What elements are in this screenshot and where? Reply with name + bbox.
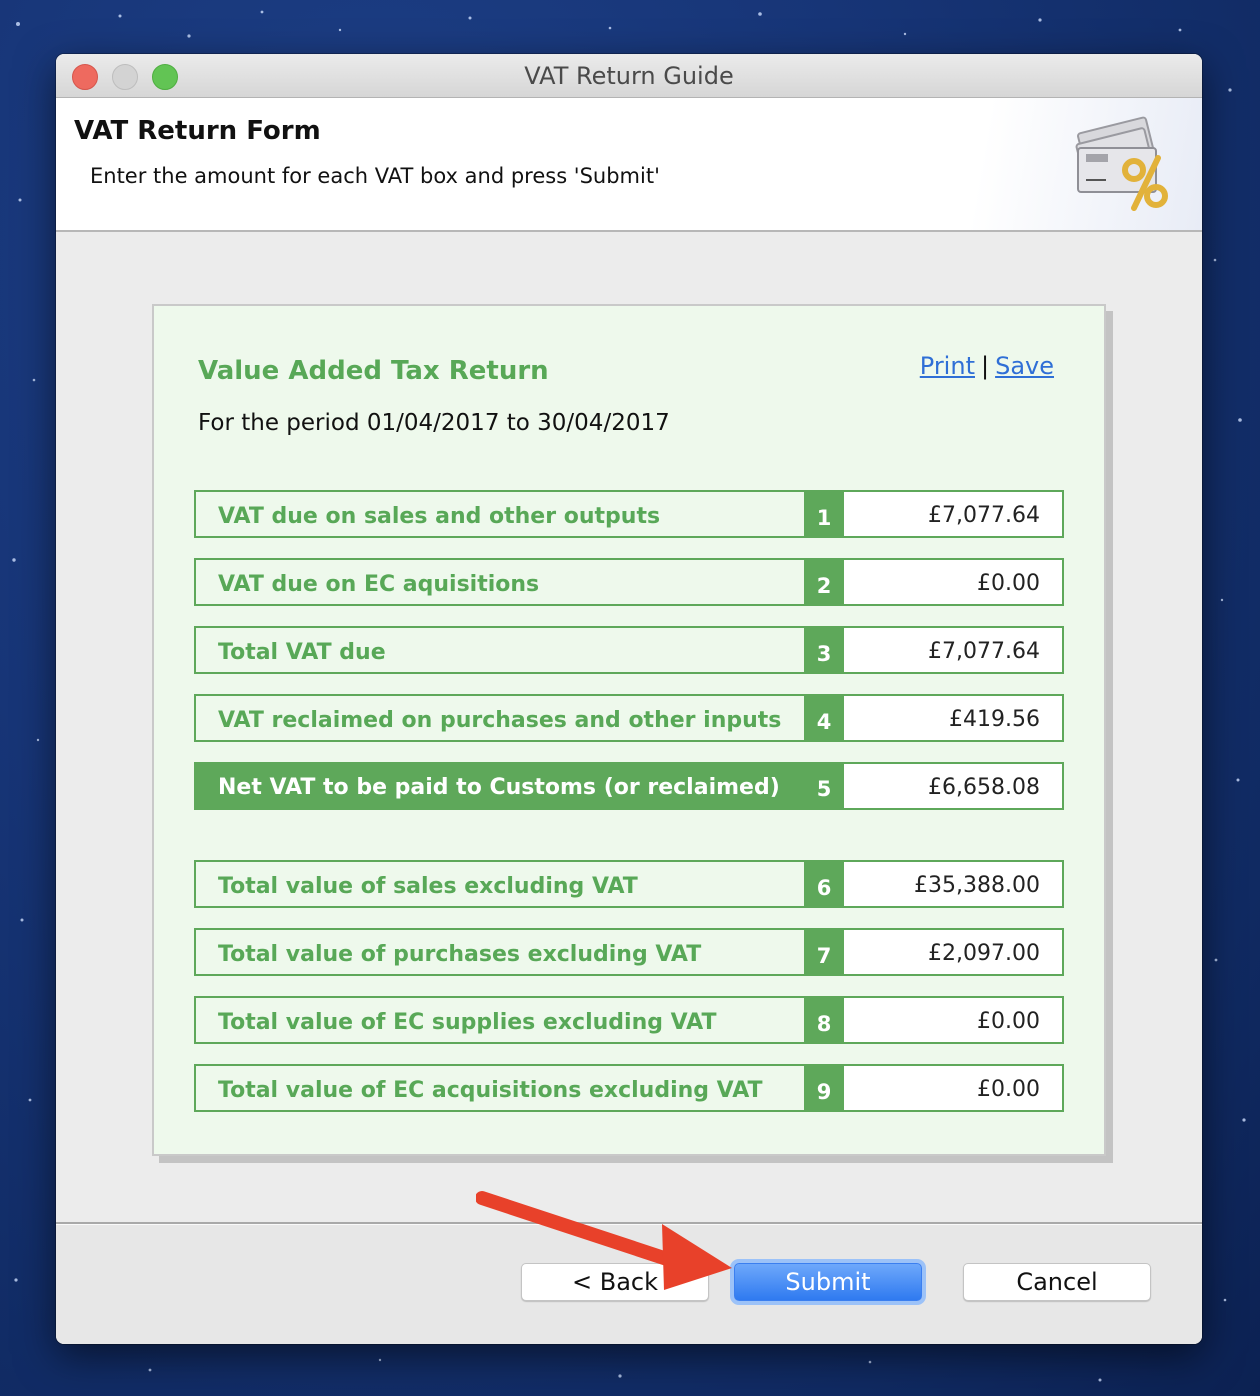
vat-box-label: Total VAT due bbox=[218, 640, 386, 665]
vat-box-label: Total value of sales excluding VAT bbox=[218, 874, 638, 899]
vat-box-row-2: VAT due on EC aquisitions 2 £0.00 bbox=[194, 558, 1064, 606]
vat-box-number: 8 bbox=[804, 998, 844, 1042]
wizard-header: VAT Return Form Enter the amount for eac… bbox=[56, 98, 1202, 232]
wizard-content: Value Added Tax Return Print | Save For th… bbox=[56, 232, 1202, 1222]
vat-box-value-field[interactable]: £2,097.00 bbox=[844, 930, 1062, 974]
vat-box-row-5-net-vat: Net VAT to be paid to Customs (or reclai… bbox=[194, 762, 1064, 810]
vat-box-number: 9 bbox=[804, 1066, 844, 1110]
vat-box-value-field[interactable]: £35,388.00 bbox=[844, 862, 1062, 906]
window-titlebar[interactable]: VAT Return Guide bbox=[56, 54, 1202, 98]
footer-divider bbox=[56, 1222, 1202, 1224]
vat-box-label: VAT due on EC aquisitions bbox=[218, 572, 540, 597]
vat-box-value-field[interactable]: £0.00 bbox=[844, 998, 1062, 1042]
vat-box-label: Total value of purchases excluding VAT bbox=[218, 942, 702, 967]
back-button[interactable]: < Back bbox=[521, 1263, 709, 1301]
vat-box-number: 6 bbox=[804, 862, 844, 906]
vat-box-label: Total value of EC supplies excluding VAT bbox=[218, 1010, 717, 1035]
print-save-links: Print | Save bbox=[920, 352, 1054, 380]
vat-return-title: Value Added Tax Return bbox=[198, 356, 549, 386]
vat-box-value-field[interactable]: £7,077.64 bbox=[844, 492, 1062, 536]
vat-box-number: 5 bbox=[804, 764, 844, 808]
vat-return-guide-window: VAT Return Guide VAT Return Form Enter t… bbox=[56, 54, 1202, 1344]
link-separator: | bbox=[980, 352, 990, 380]
vat-box-value-field[interactable]: £0.00 bbox=[844, 560, 1062, 604]
print-link[interactable]: Print bbox=[920, 352, 975, 380]
vat-box-row-4: VAT reclaimed on purchases and other inp… bbox=[194, 694, 1064, 742]
page-title: VAT Return Form bbox=[74, 116, 321, 146]
vat-box-number: 4 bbox=[804, 696, 844, 740]
vat-box-label: Total value of EC acquisitions excluding… bbox=[218, 1078, 763, 1103]
vat-box-label: Net VAT to be paid to Customs (or reclai… bbox=[218, 775, 780, 800]
vat-box-number: 7 bbox=[804, 930, 844, 974]
cancel-button[interactable]: Cancel bbox=[963, 1263, 1151, 1301]
vat-box-row-7: Total value of purchases excluding VAT 7… bbox=[194, 928, 1064, 976]
vat-box-value-field[interactable]: £6,658.08 bbox=[844, 764, 1062, 808]
vat-box-value-field[interactable]: £0.00 bbox=[844, 1066, 1062, 1110]
return-period: For the period 01/04/2017 to 30/04/2017 bbox=[198, 410, 670, 436]
vat-box-row-8: Total value of EC supplies excluding VAT… bbox=[194, 996, 1064, 1044]
vat-box-number: 2 bbox=[804, 560, 844, 604]
vat-box-row-6: Total value of sales excluding VAT 6 £35… bbox=[194, 860, 1064, 908]
vat-box-value-field[interactable]: £419.56 bbox=[844, 696, 1062, 740]
save-link[interactable]: Save bbox=[995, 352, 1054, 380]
page-instructions: Enter the amount for each VAT box and pr… bbox=[90, 164, 660, 188]
vat-box-number: 1 bbox=[804, 492, 844, 536]
vat-box-row-9: Total value of EC acquisitions excluding… bbox=[194, 1064, 1064, 1112]
money-percent-icon bbox=[1075, 116, 1168, 211]
vat-return-panel: Value Added Tax Return Print | Save For th… bbox=[152, 304, 1106, 1156]
window-title: VAT Return Guide bbox=[524, 62, 734, 90]
vat-box-label: VAT due on sales and other outputs bbox=[218, 504, 661, 529]
vat-box-value-field[interactable]: £7,077.64 bbox=[844, 628, 1062, 672]
vat-box-label: VAT reclaimed on purchases and other inp… bbox=[218, 708, 782, 733]
submit-button[interactable]: Submit bbox=[734, 1263, 922, 1301]
vat-box-row-1: VAT due on sales and other outputs 1 £7,… bbox=[194, 490, 1064, 538]
vat-box-row-3: Total VAT due 3 £7,077.64 bbox=[194, 626, 1064, 674]
vat-box-number: 3 bbox=[804, 628, 844, 672]
wizard-footer: < Back Submit Cancel bbox=[56, 1225, 1202, 1344]
